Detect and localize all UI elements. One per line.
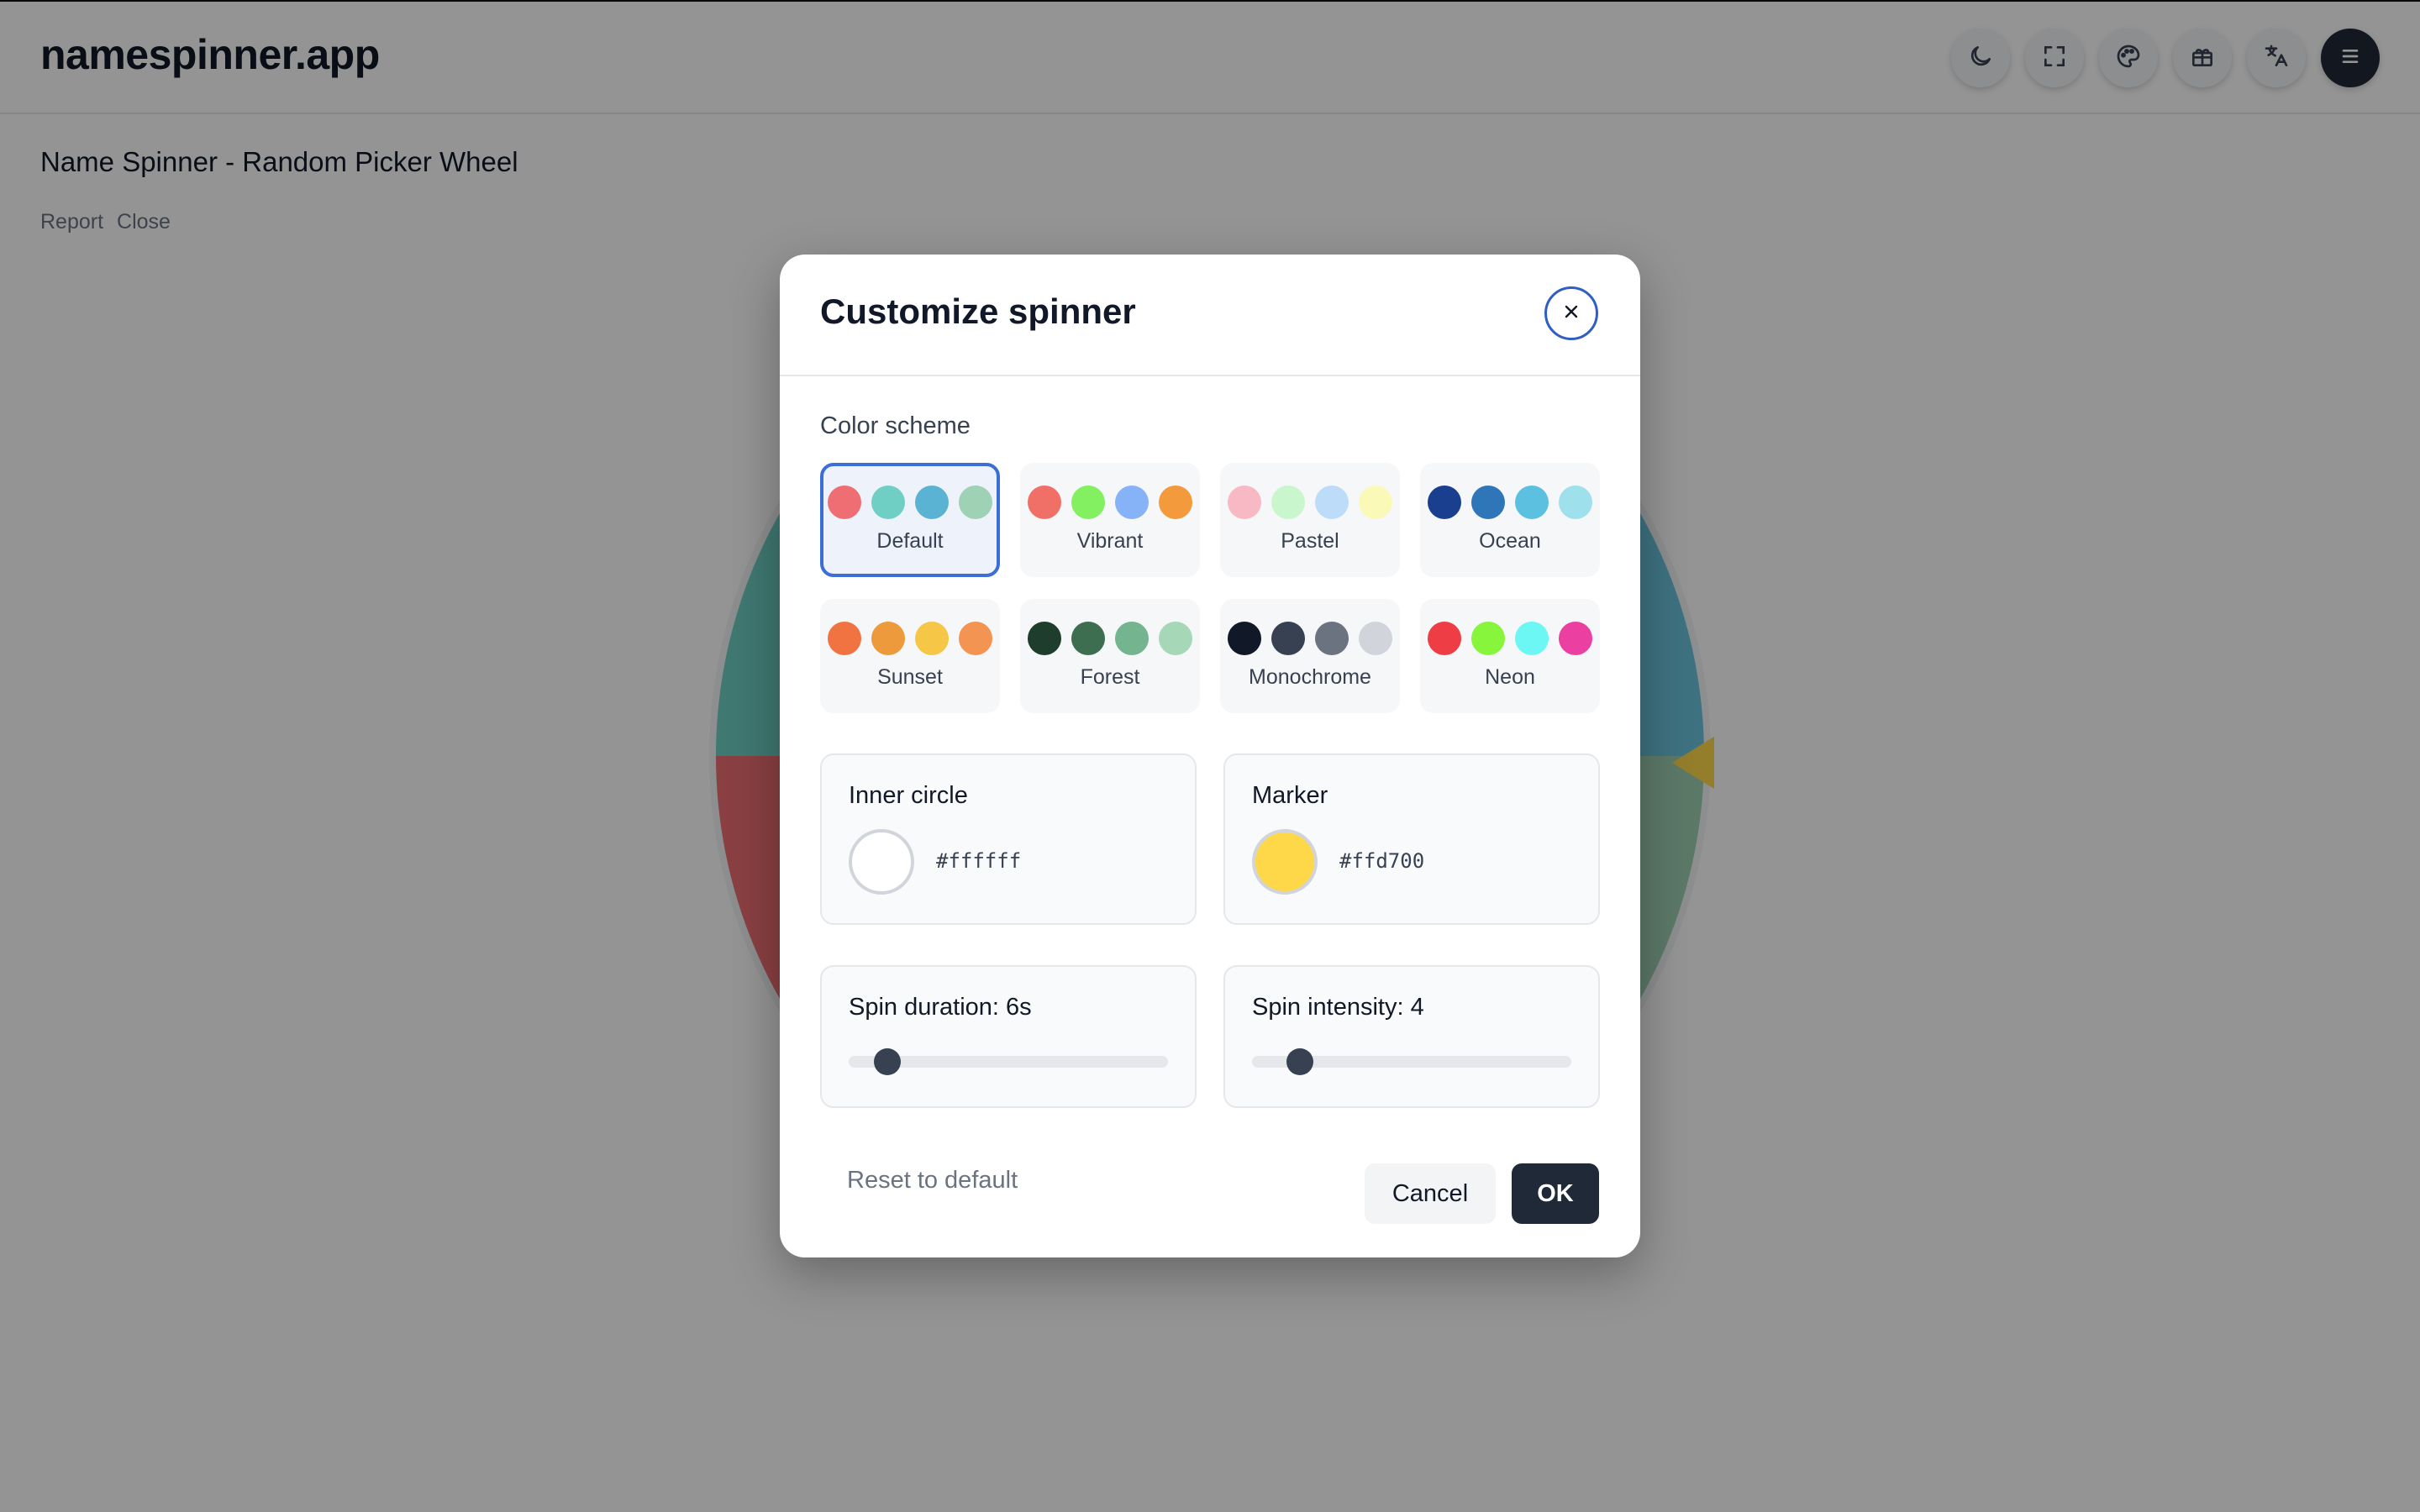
scheme-option[interactable]: Neon xyxy=(1420,599,1600,713)
color-swatch xyxy=(1428,622,1461,655)
color-swatch xyxy=(1559,622,1592,655)
color-scheme-label: Color scheme xyxy=(820,412,971,439)
color-swatch xyxy=(959,486,992,519)
color-swatch xyxy=(1228,622,1261,655)
scheme-option[interactable]: Monochrome xyxy=(1220,599,1400,713)
color-swatch xyxy=(1271,622,1305,655)
color-swatch xyxy=(915,622,949,655)
color-swatch xyxy=(1028,486,1061,519)
spin-duration-card: Spin duration: 6s xyxy=(820,965,1197,1108)
scheme-name: Default xyxy=(876,529,944,553)
spin-intensity-label: Spin intensity: 4 xyxy=(1252,994,1424,1021)
close-icon xyxy=(1561,302,1581,326)
inner-circle-hex[interactable]: #ffffff xyxy=(936,849,1021,873)
inner-circle-card: Inner circle #ffffff xyxy=(820,753,1197,925)
color-swatch xyxy=(1028,622,1061,655)
scheme-option[interactable]: Vibrant xyxy=(1020,463,1200,577)
spin-intensity-slider[interactable] xyxy=(1252,1048,1571,1075)
scheme-option[interactable]: Default xyxy=(820,463,1000,577)
color-swatch xyxy=(1359,486,1392,519)
color-swatch xyxy=(1159,622,1192,655)
scheme-option[interactable]: Ocean xyxy=(1420,463,1600,577)
scheme-name: Vibrant xyxy=(1076,529,1144,553)
customize-dialog: Customize spinner Color scheme Default V… xyxy=(780,255,1640,1257)
color-swatch xyxy=(828,486,861,519)
color-swatch xyxy=(1115,486,1149,519)
cancel-button[interactable]: Cancel xyxy=(1365,1163,1496,1224)
scheme-name: Forest xyxy=(1080,665,1140,689)
scheme-option[interactable]: Pastel xyxy=(1220,463,1400,577)
inner-circle-color-picker[interactable] xyxy=(849,829,914,895)
scheme-name: Monochrome xyxy=(1249,665,1371,689)
color-swatch xyxy=(1515,622,1549,655)
dialog-title: Customize spinner xyxy=(820,291,1136,331)
scheme-option[interactable]: Forest xyxy=(1020,599,1200,713)
marker-hex[interactable]: #ffd700 xyxy=(1339,849,1424,873)
color-swatch xyxy=(1159,486,1192,519)
scheme-name: Pastel xyxy=(1281,529,1339,553)
spin-intensity-card: Spin intensity: 4 xyxy=(1223,965,1600,1108)
color-swatch xyxy=(1071,486,1105,519)
spin-intensity-thumb[interactable] xyxy=(1286,1048,1313,1075)
scheme-name: Sunset xyxy=(877,665,943,689)
color-swatch xyxy=(1515,486,1549,519)
color-swatch xyxy=(1428,486,1461,519)
color-swatch xyxy=(871,486,905,519)
spin-duration-slider[interactable] xyxy=(849,1048,1168,1075)
marker-card: Marker #ffd700 xyxy=(1223,753,1600,925)
color-swatch xyxy=(1471,486,1505,519)
color-swatch xyxy=(1315,486,1349,519)
color-swatch xyxy=(1559,486,1592,519)
spin-duration-thumb[interactable] xyxy=(873,1048,901,1075)
spin-duration-label: Spin duration: 6s xyxy=(849,994,1032,1021)
color-swatch xyxy=(1071,622,1105,655)
color-swatch xyxy=(1471,622,1505,655)
scheme-name: Ocean xyxy=(1479,529,1541,553)
color-swatch xyxy=(959,622,992,655)
reset-to-default-button[interactable]: Reset to default xyxy=(847,1167,1018,1194)
color-swatch xyxy=(871,622,905,655)
marker-color-picker[interactable] xyxy=(1252,829,1318,895)
scheme-option[interactable]: Sunset xyxy=(820,599,1000,713)
scheme-name: Neon xyxy=(1485,665,1535,689)
color-swatch xyxy=(1315,622,1349,655)
inner-circle-label: Inner circle xyxy=(849,782,968,809)
color-swatch xyxy=(1359,622,1392,655)
dialog-header: Customize spinner xyxy=(780,255,1640,376)
marker-label: Marker xyxy=(1252,782,1328,809)
color-swatch xyxy=(915,486,949,519)
color-swatch xyxy=(1228,486,1261,519)
close-dialog-button[interactable] xyxy=(1544,286,1598,340)
color-scheme-grid: Default Vibrant Pastel Ocean Sunset Fore… xyxy=(820,463,1600,713)
ok-button[interactable]: OK xyxy=(1512,1163,1599,1224)
color-swatch xyxy=(1271,486,1305,519)
color-swatch xyxy=(828,622,861,655)
color-swatch xyxy=(1115,622,1149,655)
